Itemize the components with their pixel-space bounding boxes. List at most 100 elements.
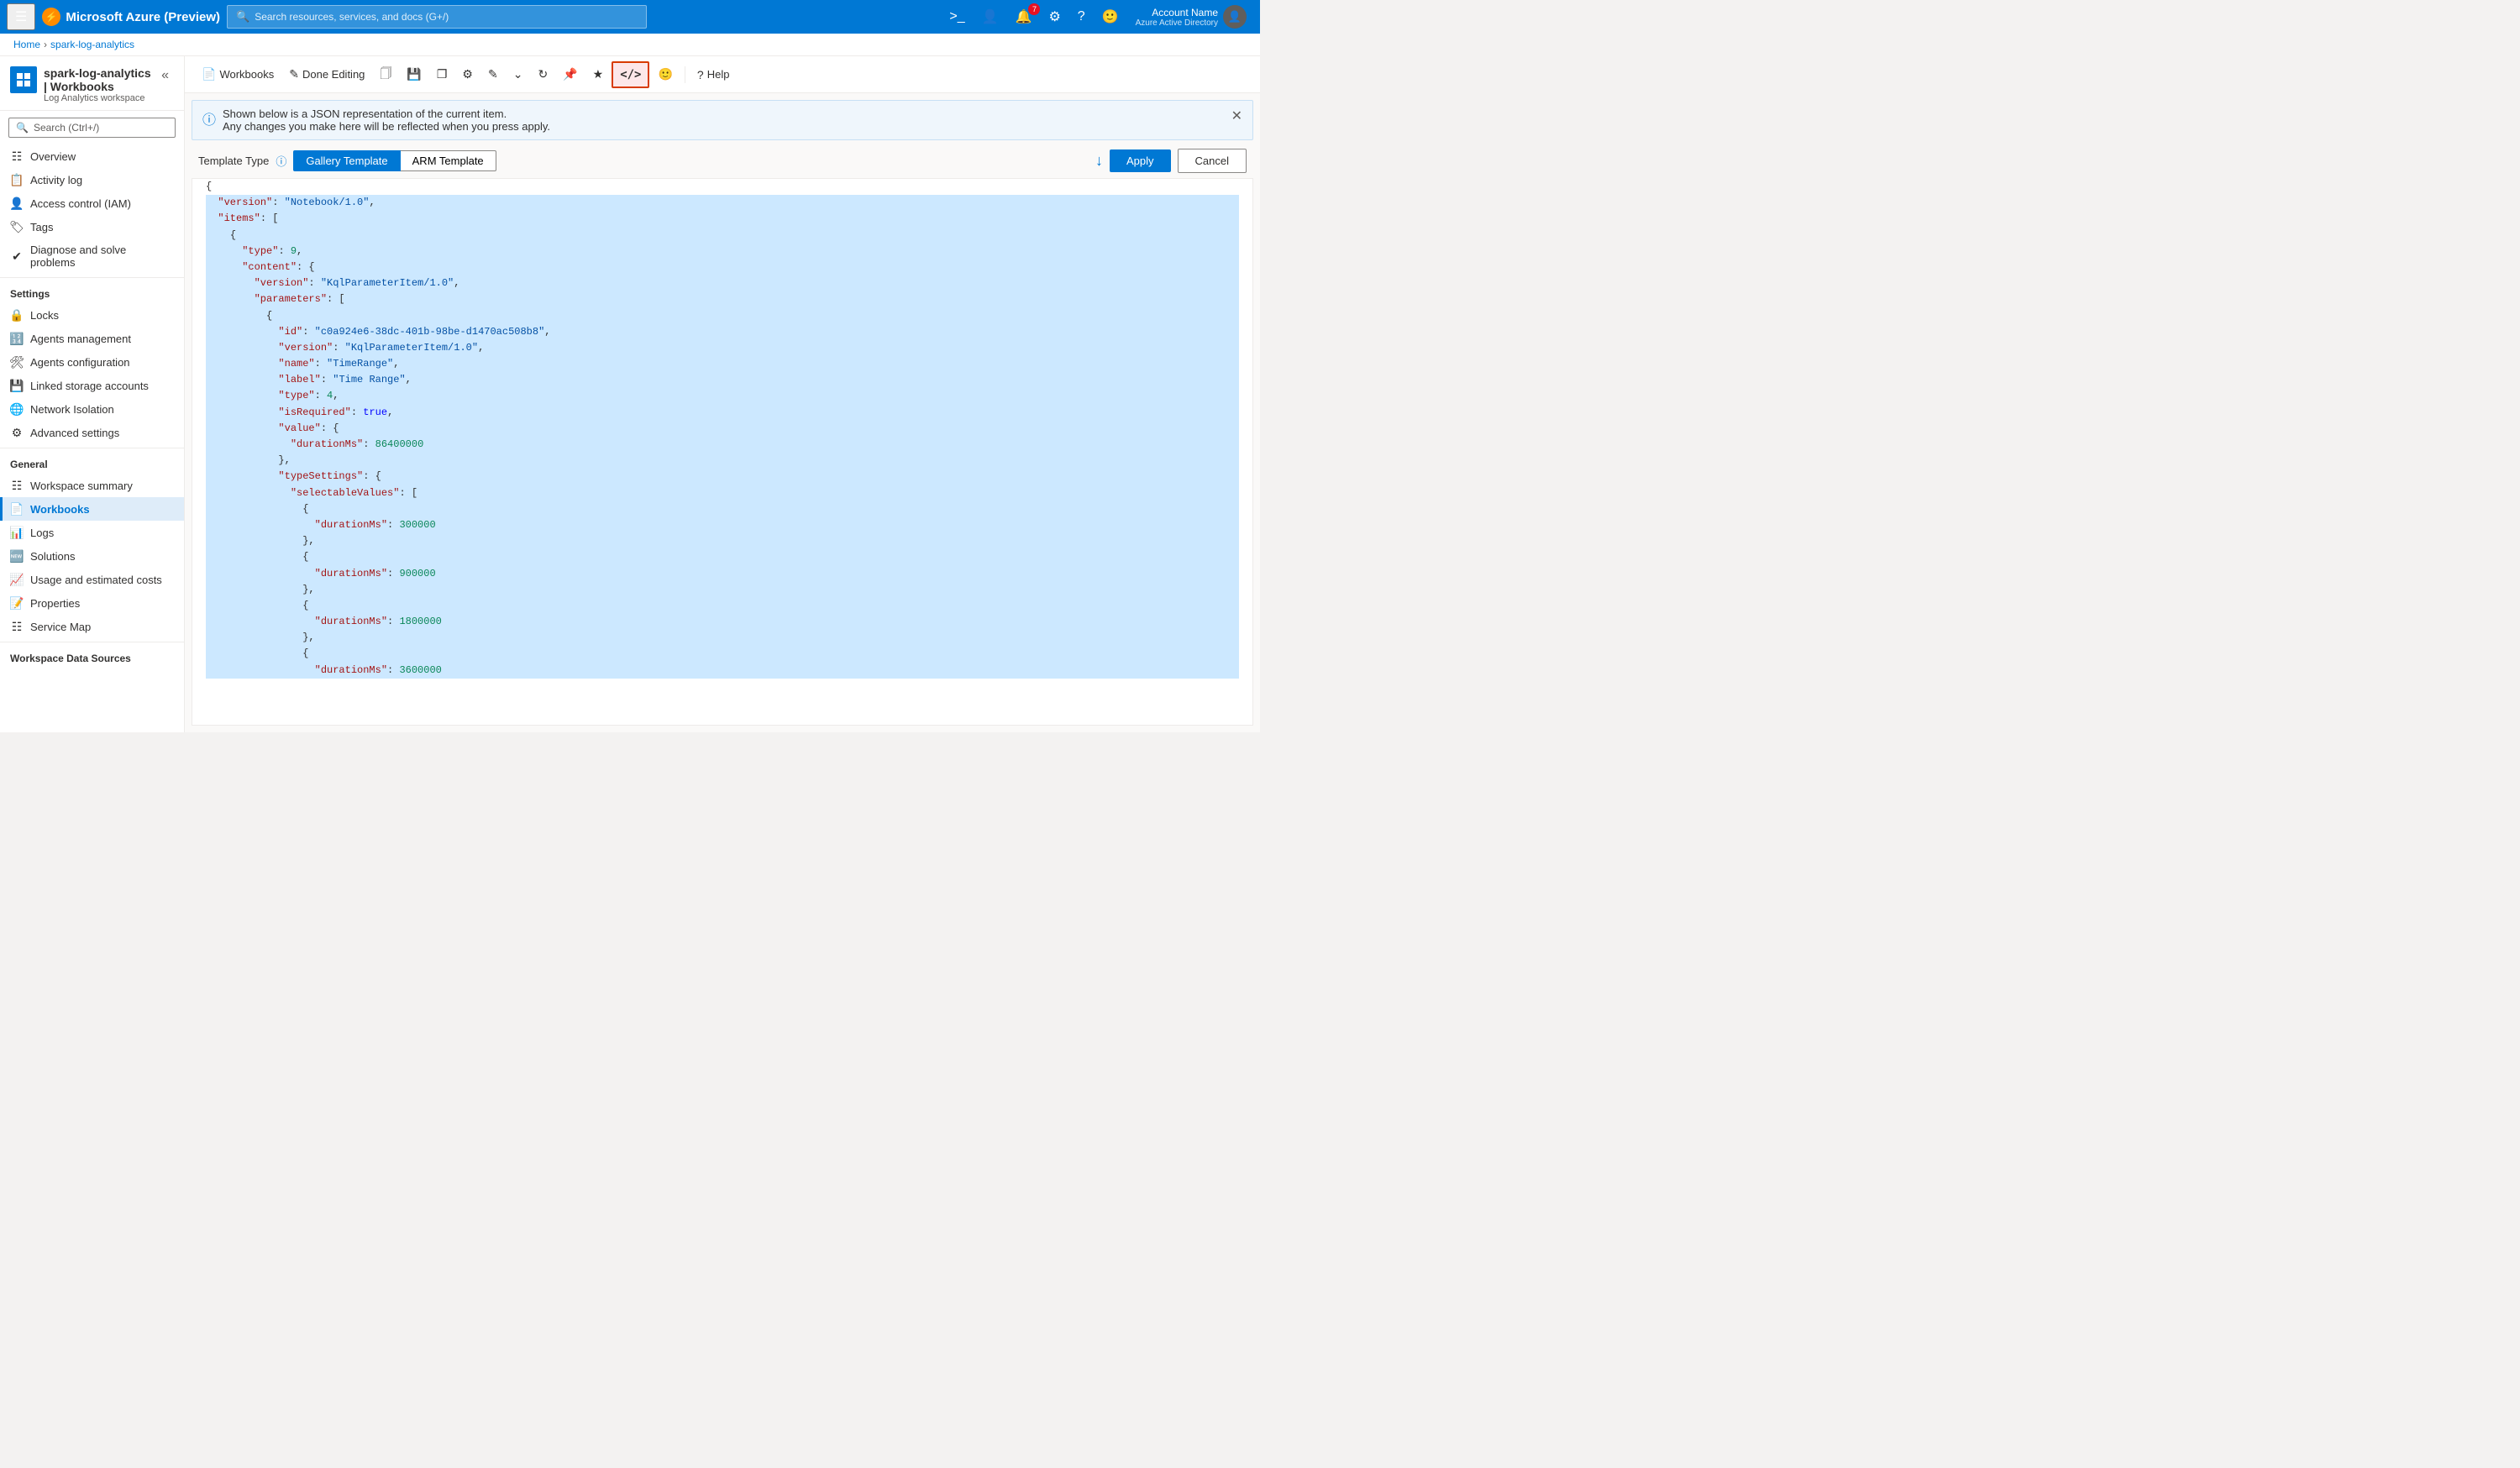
chevron-btn[interactable]: ⌄ [507, 62, 530, 87]
template-type-info-icon[interactable]: ⓘ [276, 153, 286, 169]
cancel-button[interactable]: Cancel [1178, 149, 1247, 173]
sidebar-item-service-map[interactable]: ☷ Service Map [0, 615, 184, 638]
sidebar-divider [0, 277, 184, 278]
sidebar-item-tags[interactable]: 🏷 Tags [0, 215, 184, 239]
settings-toolbar-btn[interactable]: ⚙ [455, 62, 480, 87]
avatar: 👤 [1223, 5, 1247, 29]
sidebar-item-label: Properties [30, 597, 80, 610]
sidebar-section-general: General [0, 452, 184, 474]
content-area: 📄 Workbooks ✎ Done Editing 🗍 💾 ❐ ⚙ ✎ [185, 56, 1260, 732]
apply-button[interactable]: Apply [1110, 149, 1171, 172]
json-line-highlighted: "version": "Notebook/1.0", [206, 195, 1239, 211]
workbooks-toolbar-btn[interactable]: 📄 Workbooks [195, 62, 281, 87]
iam-icon: 👤 [10, 197, 24, 210]
account-menu[interactable]: Account Name Azure Active Directory 👤 [1129, 2, 1253, 32]
hamburger-menu[interactable]: ☰ [7, 3, 35, 30]
sidebar-search-container: 🔍 Search (Ctrl+/) [0, 111, 184, 144]
breadcrumb-home[interactable]: Home [13, 39, 40, 50]
help-btn[interactable]: ? [1071, 6, 1092, 28]
sidebar-item-diagnose[interactable]: ✔ Diagnose and solve problems [0, 239, 184, 274]
template-type-label: Template Type [198, 155, 269, 167]
sidebar-header: spark-log-analytics | Workbooks Log Anal… [0, 56, 184, 111]
portal-feedback-btn[interactable]: 👤 [975, 5, 1005, 29]
arm-template-tab[interactable]: ARM Template [401, 150, 496, 171]
sidebar-item-label: Usage and estimated costs [30, 574, 162, 586]
breadcrumb-current[interactable]: spark-log-analytics [50, 39, 134, 50]
cloud-shell-btn[interactable]: >_ [942, 6, 971, 28]
json-editor[interactable]: { "version": "Notebook/1.0", "items": [ … [192, 178, 1253, 726]
sidebar-title-block: spark-log-analytics | Workbooks Log Anal… [44, 66, 153, 103]
sidebar-item-agents-config[interactable]: 🛠 Agents configuration [0, 350, 184, 374]
sidebar-item-network-isolation[interactable]: 🌐 Network Isolation [0, 397, 184, 421]
sidebar-item-solutions[interactable]: 🆕 Solutions [0, 544, 184, 568]
sidebar-item-usage[interactable]: 📈 Usage and estimated costs [0, 568, 184, 591]
info-bar-close-btn[interactable]: ✕ [1231, 107, 1242, 124]
sidebar-section-datasources: Workspace Data Sources [0, 646, 184, 668]
save-as-btn[interactable]: 🗍 [373, 60, 398, 90]
sidebar-item-locks[interactable]: 🔒 Locks [0, 303, 184, 327]
usage-icon: 📈 [10, 573, 24, 586]
sidebar-item-label: Overview [30, 150, 76, 163]
emoji-btn[interactable]: 🙂 [651, 62, 679, 87]
sidebar-item-workbooks[interactable]: 📄 Workbooks [0, 497, 184, 521]
download-btn[interactable]: ↓ [1095, 152, 1103, 170]
json-line-highlighted: "durationMs": 300000 [206, 517, 1239, 533]
edit-btn[interactable]: ✎ [481, 62, 505, 87]
sidebar-item-agents-management[interactable]: 🔢 Agents management [0, 327, 184, 350]
json-line-highlighted: }, [206, 582, 1239, 598]
summary-icon: ☷ [10, 479, 24, 492]
help-btn[interactable]: ? Help [690, 63, 737, 87]
toolbar: 📄 Workbooks ✎ Done Editing 🗍 💾 ❐ ⚙ ✎ [185, 56, 1260, 93]
info-icon: ⓘ [202, 108, 216, 128]
sidebar-search-input[interactable]: 🔍 Search (Ctrl+/) [8, 118, 176, 138]
json-line-highlighted: }, [206, 453, 1239, 469]
pin-btn[interactable]: 📌 [556, 62, 584, 87]
agents-icon: 🔢 [10, 332, 24, 345]
json-line-highlighted: { [206, 598, 1239, 614]
sidebar-item-overview[interactable]: ☷ Overview [0, 144, 184, 168]
sidebar-item-label: Advanced settings [30, 427, 119, 439]
star-btn[interactable]: ★ [586, 62, 611, 87]
global-search[interactable]: 🔍 Search resources, services, and docs (… [227, 5, 647, 29]
json-line-highlighted: "items": [ [206, 211, 1239, 227]
save-as-icon: 🗍 [380, 65, 391, 85]
feedback-btn[interactable]: 🙂 [1095, 5, 1126, 29]
star-icon: ★ [593, 67, 604, 81]
sidebar-item-iam[interactable]: 👤 Access control (IAM) [0, 191, 184, 215]
json-line-highlighted: }, [206, 533, 1239, 549]
storage-icon: 💾 [10, 379, 24, 392]
copy-btn[interactable]: ❐ [430, 62, 454, 87]
settings-btn[interactable]: ⚙ [1042, 5, 1067, 29]
done-editing-btn[interactable]: ✎ Done Editing [282, 62, 371, 87]
chevron-down-icon: ⌄ [513, 67, 523, 81]
azure-icon: ⚡ [42, 8, 60, 26]
breadcrumb-separator: › [44, 39, 47, 50]
json-line-highlighted: { [206, 308, 1239, 324]
json-line-highlighted: { [206, 501, 1239, 517]
refresh-icon: ↻ [538, 67, 548, 81]
notifications-btn[interactable]: 🔔 7 [1009, 5, 1039, 29]
servicemap-icon: ☷ [10, 620, 24, 633]
save-btn[interactable]: 💾 [400, 62, 428, 87]
main-layout: spark-log-analytics | Workbooks Log Anal… [0, 56, 1260, 732]
json-line-highlighted: "durationMs": 86400000 [206, 437, 1239, 453]
sidebar-resource-name: spark-log-analytics | Workbooks [44, 66, 153, 93]
sidebar-item-logs[interactable]: 📊 Logs [0, 521, 184, 544]
sidebar-item-label: Access control (IAM) [30, 197, 131, 210]
sidebar-item-properties[interactable]: 📝 Properties [0, 591, 184, 615]
save-icon: 💾 [407, 67, 421, 81]
solutions-icon: 🆕 [10, 549, 24, 563]
sidebar-collapse-btn[interactable]: « [160, 66, 171, 85]
sidebar-item-advanced-settings[interactable]: ⚙ Advanced settings [0, 421, 184, 444]
sidebar-item-activity-log[interactable]: 📋 Activity log [0, 168, 184, 191]
refresh-btn[interactable]: ↻ [531, 62, 554, 87]
sidebar-item-label: Logs [30, 527, 54, 539]
sidebar-item-linked-storage[interactable]: 💾 Linked storage accounts [0, 374, 184, 397]
sidebar-item-workspace-summary[interactable]: ☷ Workspace summary [0, 474, 184, 497]
code-editor-btn[interactable]: </> [612, 61, 649, 88]
sidebar-item-label: Workbooks [30, 503, 90, 516]
info-bar: ⓘ Shown below is a JSON representation o… [192, 100, 1253, 140]
help-icon: ? [697, 68, 704, 81]
gallery-template-tab[interactable]: Gallery Template [293, 150, 400, 171]
json-line-highlighted: "label": "Time Range", [206, 372, 1239, 388]
